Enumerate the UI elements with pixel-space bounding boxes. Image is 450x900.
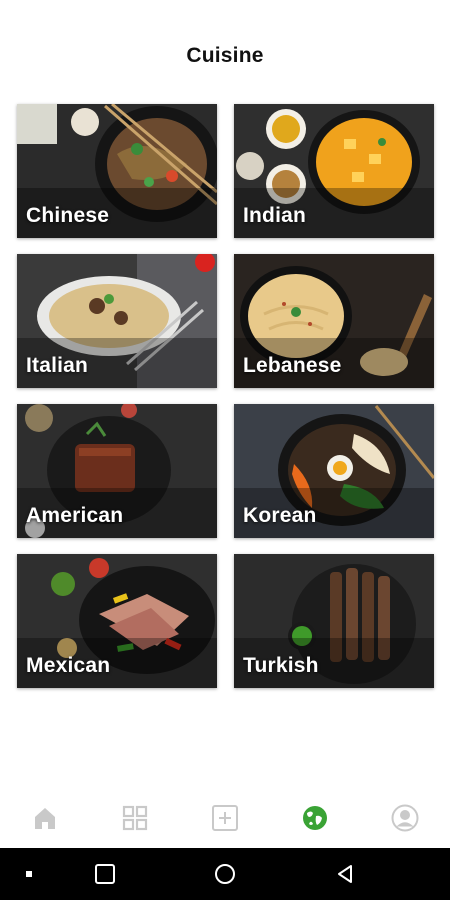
profile-icon bbox=[391, 804, 419, 832]
cuisine-label: Chinese bbox=[26, 204, 110, 227]
cuisine-label: Mexican bbox=[26, 654, 111, 677]
globe-icon bbox=[303, 806, 327, 830]
tab-categories[interactable] bbox=[113, 796, 157, 840]
recents-button[interactable] bbox=[87, 856, 123, 892]
page-title: Cuisine bbox=[186, 44, 264, 67]
cuisine-card-italian[interactable]: Italian bbox=[17, 254, 217, 388]
cuisine-card-mexican[interactable]: Mexican bbox=[17, 554, 217, 688]
system-navigation-bar bbox=[0, 848, 450, 900]
cuisine-label: Turkish bbox=[243, 654, 319, 677]
tab-add[interactable] bbox=[203, 796, 247, 840]
tab-profile[interactable] bbox=[383, 796, 427, 840]
home-circle-icon bbox=[215, 864, 235, 884]
add-icon bbox=[212, 805, 238, 831]
cuisine-label: Lebanese bbox=[243, 354, 342, 377]
cuisine-label: Italian bbox=[26, 354, 89, 377]
cuisine-label: American bbox=[26, 504, 124, 527]
cuisine-card-turkish[interactable]: Turkish bbox=[234, 554, 434, 688]
cuisine-card-indian[interactable]: Indian bbox=[234, 104, 434, 238]
system-dot-button[interactable] bbox=[11, 856, 47, 892]
cuisine-label: Indian bbox=[243, 204, 307, 227]
dot-icon bbox=[26, 871, 32, 877]
tab-home[interactable] bbox=[23, 796, 67, 840]
home-button[interactable] bbox=[207, 856, 243, 892]
tab-cuisine[interactable] bbox=[293, 796, 337, 840]
cuisine-card-chinese[interactable]: Chinese bbox=[17, 104, 217, 238]
back-button[interactable] bbox=[327, 856, 363, 892]
cuisine-card-american[interactable]: American bbox=[17, 404, 217, 538]
back-triangle-icon bbox=[338, 865, 352, 883]
cuisine-grid: Chinese Indian Italian Lebanese American… bbox=[17, 104, 434, 688]
bottom-tab-bar bbox=[0, 788, 450, 848]
recents-square-icon bbox=[95, 864, 115, 884]
grid-icon bbox=[122, 805, 148, 831]
cuisine-card-lebanese[interactable]: Lebanese bbox=[234, 254, 434, 388]
cuisine-label: Korean bbox=[243, 504, 317, 527]
cuisine-card-korean[interactable]: Korean bbox=[234, 404, 434, 538]
home-icon bbox=[35, 808, 55, 829]
